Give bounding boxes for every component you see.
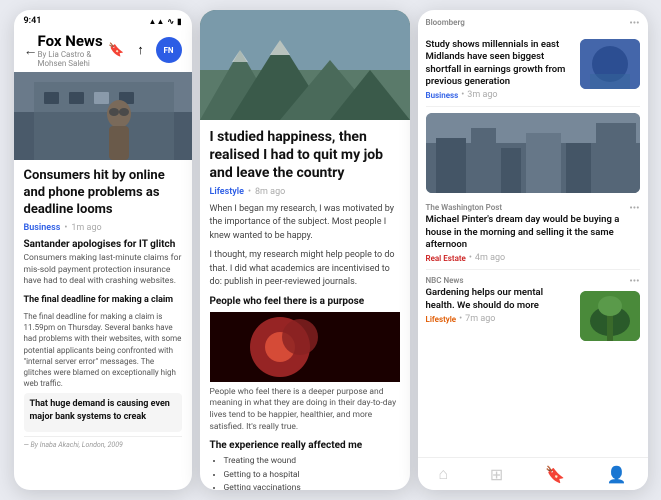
news-card-0: Bloomberg ••• Study shows millennials in…	[426, 18, 640, 107]
status-icons-left: ▲▲ ∿ ▮	[149, 17, 182, 26]
profile-icon: 👤	[607, 465, 627, 484]
menu-dots-1[interactable]: •••	[629, 203, 639, 214]
battery-icon: ▮	[177, 17, 181, 26]
back-icon[interactable]: ←	[24, 42, 38, 59]
article-headline: Consumers hit by online and phone proble…	[24, 168, 182, 219]
share-icon[interactable]: ↑	[132, 41, 150, 59]
sub-heading2: The experience really affected me	[210, 440, 400, 451]
sub-article-title: Santander apologises for IT glitch	[24, 239, 182, 250]
bullet-1: Treating the wound	[224, 455, 400, 469]
news-cat-2: Lifestyle	[426, 315, 457, 324]
nav-bar-left: ← Fox News By Lia Castro & Mohsen Salehi…	[14, 28, 192, 72]
sub-article-body: Consumers making last-minute claims for …	[24, 253, 182, 289]
news-thumb-large-1	[426, 113, 640, 193]
home-icon: ⌂	[438, 464, 448, 484]
nav-profile[interactable]: 👤	[607, 465, 627, 484]
mid-caption: People who feel there is a deeper purpos…	[210, 387, 400, 435]
article-content-left: Consumers hit by online and phone proble…	[14, 160, 192, 490]
article-body-small: The final deadline for making a claim is…	[24, 311, 182, 389]
middle-body2: I thought, my research might help people…	[210, 249, 400, 290]
bold-section-title: The final deadline for making a claim	[24, 294, 182, 307]
thumb-image-1	[426, 113, 640, 193]
news-title-2: Gardening helps our mental health. We sh…	[426, 287, 574, 312]
nav-bookmark[interactable]: 🔖	[545, 465, 565, 484]
news-time-1: 4m ago	[475, 253, 505, 263]
middle-panel: I studied happiness, then realised I had…	[200, 10, 410, 490]
news-meta-2: Lifestyle • 7m ago	[426, 314, 574, 324]
source-2: NBC News	[426, 276, 574, 285]
avatar: FN	[156, 37, 182, 63]
status-bar-left: 9:41 ▲▲ ∿ ▮	[14, 10, 192, 28]
mid-article-image	[210, 312, 400, 382]
source-0: Bloomberg	[426, 18, 630, 27]
news-card-2: NBC News Gardening helps our mental heal…	[426, 276, 640, 347]
source-title-block: Fox News By Lia Castro & Mohsen Salehi	[38, 32, 108, 68]
news-cat-0: Business	[426, 91, 459, 100]
middle-meta: Lifestyle • 8m ago	[210, 187, 400, 197]
news-card-1: The Washington Post Michael Pinter's dre…	[426, 113, 640, 270]
nav-action-icons: 🔖 ↑ FN	[108, 37, 182, 63]
hero-image: RISING SU	[14, 72, 192, 160]
callout-text: That huge demand is causing even major b…	[30, 398, 176, 423]
nav-grid[interactable]: ⊞	[490, 465, 503, 484]
news-thumb-2	[580, 291, 640, 341]
thumb-image-2	[580, 291, 640, 341]
section-heading: People who feel there is a purpose	[210, 296, 400, 307]
bottom-nav: ⌂ ⊞ 🔖 👤	[418, 457, 648, 490]
nav-home[interactable]: ⌂	[438, 464, 448, 484]
news-meta-0: Business • 3m ago	[426, 90, 574, 100]
menu-dots-0[interactable]: •••	[629, 18, 639, 29]
bullet-3: Getting vaccinations	[224, 482, 400, 490]
bookmark-icon[interactable]: 🔖	[108, 41, 126, 59]
news-time-2: 7m ago	[465, 314, 495, 324]
signal-icon: ▲▲	[149, 17, 165, 26]
dot-sep: •	[64, 223, 67, 233]
news-cat-1: Real Estate	[426, 254, 466, 263]
middle-category: Lifestyle	[210, 187, 244, 197]
time-ago: 1m ago	[71, 223, 101, 233]
category-tag: Business	[24, 223, 61, 233]
mid-time: 8m ago	[255, 187, 285, 197]
bullet-2: Getting to a hospital	[224, 469, 400, 483]
news-time-0: 3m ago	[467, 90, 497, 100]
source-name: Fox News	[38, 32, 108, 50]
middle-body1: When I began my research, I was motivate…	[210, 203, 400, 244]
middle-hero-image	[200, 10, 410, 120]
news-title-1: Michael Pinter's dream day would be buyi…	[426, 214, 630, 251]
bullet-list: Treating the wound Getting to a hospital…	[210, 455, 400, 490]
author-caption: — By Inaba Akachi, London, 2009	[24, 436, 182, 449]
article-meta: Business • 1m ago	[24, 223, 182, 233]
left-panel: 9:41 ▲▲ ∿ ▮ ← Fox News By Lia Castro & M…	[14, 10, 192, 490]
right-panel: Bloomberg ••• Study shows millennials in…	[418, 10, 648, 490]
bookmark-nav-icon: 🔖	[545, 465, 565, 484]
source-1: The Washington Post	[426, 203, 630, 212]
middle-article-content: I studied happiness, then realised I had…	[200, 120, 410, 490]
status-time-left: 9:41	[24, 16, 42, 26]
news-title-0: Study shows millennials in east Midlands…	[426, 39, 574, 88]
mid-dot: •	[248, 187, 251, 197]
menu-dots-2[interactable]: •••	[629, 276, 639, 287]
wifi-icon: ∿	[167, 17, 174, 26]
grid-icon: ⊞	[490, 465, 503, 484]
source-by: By Lia Castro & Mohsen Salehi	[38, 50, 108, 68]
thumb-image-0	[580, 39, 640, 89]
middle-headline: I studied happiness, then realised I had…	[210, 128, 400, 183]
news-meta-1: Real Estate • 4m ago	[426, 253, 630, 263]
news-thumb-0	[580, 39, 640, 89]
right-news-feed: Bloomberg ••• Study shows millennials in…	[418, 10, 648, 457]
